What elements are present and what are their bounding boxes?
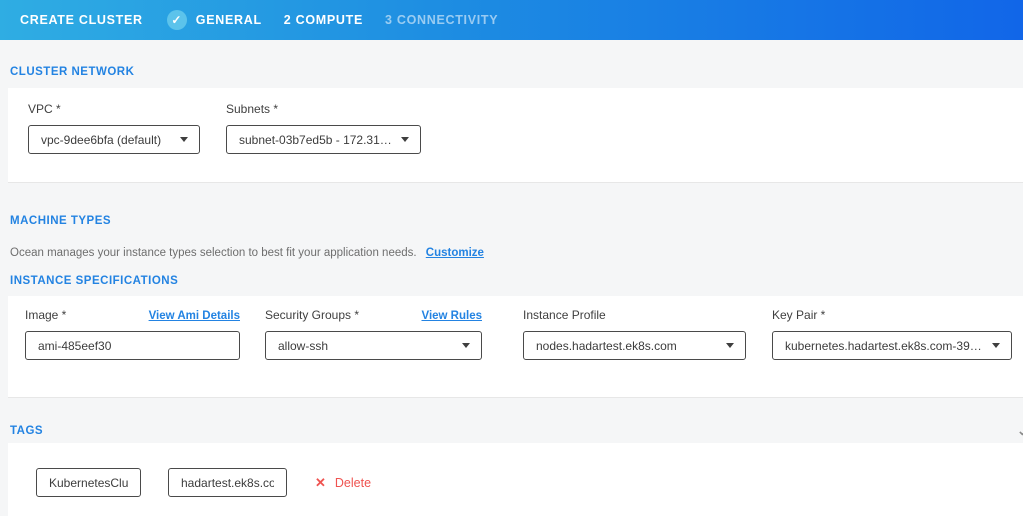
machine-types-description: Ocean manages your instance types select… (10, 247, 484, 259)
step-compute-label: 2 COMPUTE (284, 13, 363, 27)
security-groups-label: Security Groups * (265, 308, 359, 322)
view-ami-details-link[interactable]: View Ami Details (149, 310, 240, 322)
subnets-selected-value: subnet-03b7ed5b - 172.31.0.0/20 ... (239, 133, 393, 147)
security-groups-field: Security Groups * View Rules allow-ssh (265, 308, 482, 360)
tag-key-input[interactable] (36, 468, 141, 497)
instance-specifications-section-title: INSTANCE SPECIFICATIONS (10, 275, 178, 287)
customize-link[interactable]: Customize (426, 247, 484, 259)
instance-profile-select[interactable]: nodes.hadartest.ek8s.com (523, 331, 746, 360)
key-pair-field: Key Pair * kubernetes.hadartest.ek8s.com… (772, 308, 1012, 360)
subnets-label: Subnets * (226, 102, 278, 116)
caret-down-icon (401, 137, 409, 142)
view-rules-link[interactable]: View Rules (421, 310, 482, 322)
instance-profile-selected-value: nodes.hadartest.ek8s.com (536, 339, 677, 353)
caret-down-icon (726, 343, 734, 348)
caret-down-icon (180, 137, 188, 142)
key-pair-select[interactable]: kubernetes.hadartest.ek8s.com-39:84:a5:9… (772, 331, 1012, 360)
step-connectivity[interactable]: 3 CONNECTIVITY (385, 13, 498, 27)
instance-profile-label: Instance Profile (523, 308, 606, 322)
delete-tag-button[interactable]: ✕ Delete (315, 475, 371, 491)
collapse-chevron-icon[interactable]: ⌄ (1017, 423, 1023, 439)
image-field: Image * View Ami Details (25, 308, 240, 360)
caret-down-icon (462, 343, 470, 348)
step-compute[interactable]: 2 COMPUTE (284, 13, 363, 27)
cluster-network-section-title: CLUSTER NETWORK (10, 66, 134, 78)
wizard-title: CREATE CLUSTER (20, 13, 143, 27)
image-label: Image * (25, 308, 66, 322)
key-pair-selected-value: kubernetes.hadartest.ek8s.com-39:84:a5:9… (785, 339, 984, 353)
subnets-select[interactable]: subnet-03b7ed5b - 172.31.0.0/20 ... (226, 125, 421, 154)
security-groups-select[interactable]: allow-ssh (265, 331, 482, 360)
machine-types-section-title: MACHINE TYPES (10, 215, 111, 227)
vpc-selected-value: vpc-9dee6bfa (default) (41, 133, 161, 147)
wizard-header: CREATE CLUSTER ✓ GENERAL 2 COMPUTE 3 CON… (0, 0, 1023, 40)
vpc-label: VPC * (28, 102, 61, 116)
tags-section-title: TAGS (10, 425, 43, 437)
step-connectivity-label: 3 CONNECTIVITY (385, 13, 498, 27)
vpc-field: VPC * vpc-9dee6bfa (default) (28, 102, 200, 154)
instance-profile-field: Instance Profile nodes.hadartest.ek8s.co… (523, 308, 746, 360)
machine-types-description-text: Ocean manages your instance types select… (10, 247, 417, 259)
tag-value-input[interactable] (168, 468, 287, 497)
subnets-field: Subnets * subnet-03b7ed5b - 172.31.0.0/2… (226, 102, 421, 154)
caret-down-icon (992, 343, 1000, 348)
wizard-steps: ✓ GENERAL 2 COMPUTE 3 CONNECTIVITY (167, 10, 499, 30)
step-general[interactable]: ✓ GENERAL (167, 10, 262, 30)
security-groups-selected-value: allow-ssh (278, 339, 328, 353)
tags-panel: ✕ Delete (8, 443, 1023, 516)
delete-tag-label: Delete (335, 476, 371, 490)
delete-x-icon: ✕ (315, 475, 326, 491)
image-input[interactable] (25, 331, 240, 360)
step-completed-check-icon: ✓ (167, 10, 187, 30)
vpc-select[interactable]: vpc-9dee6bfa (default) (28, 125, 200, 154)
step-general-label: GENERAL (196, 13, 262, 27)
cluster-network-panel: VPC * vpc-9dee6bfa (default) Subnets * s… (8, 88, 1023, 183)
tag-row: ✕ Delete (36, 468, 371, 497)
key-pair-label: Key Pair * (772, 308, 825, 322)
instance-specifications-panel: Image * View Ami Details Security Groups… (8, 296, 1023, 398)
